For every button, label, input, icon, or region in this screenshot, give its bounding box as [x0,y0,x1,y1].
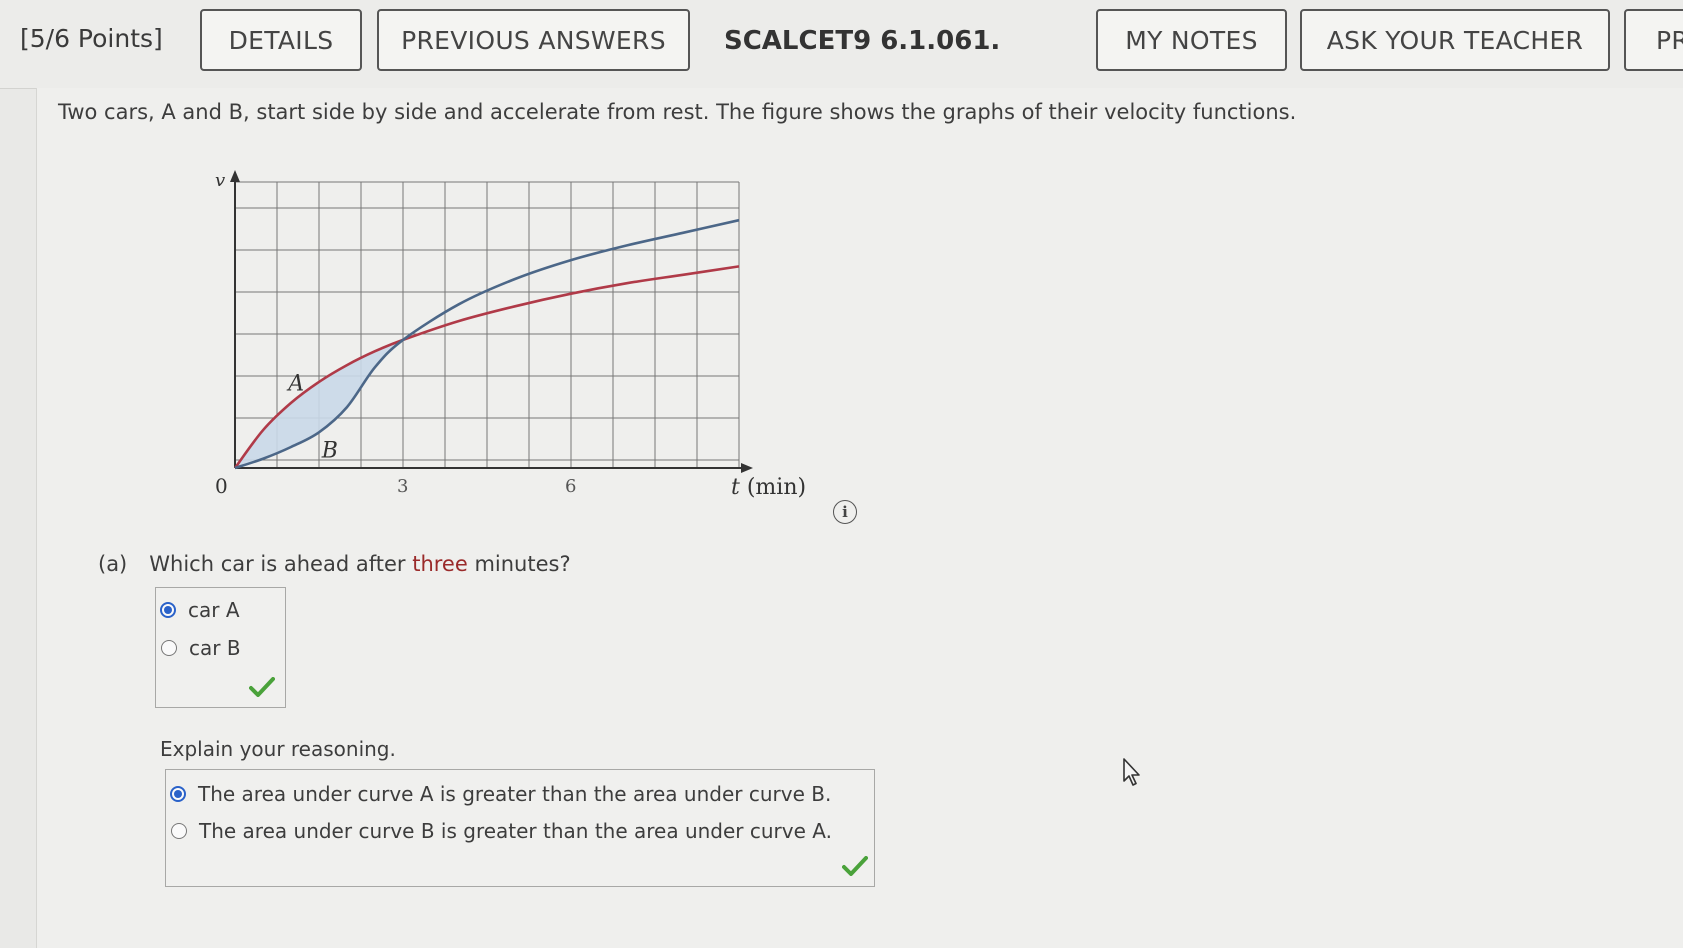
option-car-b[interactable]: car B [161,636,241,660]
check-icon [842,856,868,876]
y-axis-arrow [230,170,240,182]
info-icon[interactable]: i [833,500,857,524]
part-a-label: (a) [98,552,128,576]
option-car-b-label: car B [189,636,241,660]
x-tick-label: 6 [565,476,576,497]
x-axis-label: t (min) [731,475,806,500]
explain-prompt: Explain your reasoning. [160,737,396,761]
option-car-a-label: car A [188,598,240,622]
check-icon [249,677,275,697]
practice-button[interactable]: PR [1624,9,1683,71]
velocity-graph: v 0 3 6 t (min) A B [215,170,806,500]
radio-car-a[interactable] [160,602,176,618]
question-text: Two cars, A and B, start side by side an… [58,100,1297,124]
details-button[interactable]: DETAILS [200,9,362,71]
y-axis-label: v [215,170,225,191]
reasoning-options-box: The area under curve A is greater than t… [165,769,875,887]
option-area-b-greater-label: The area under curve B is greater than t… [199,819,832,843]
previous-answers-button[interactable]: PREVIOUS ANSWERS [377,9,690,71]
ask-your-teacher-button[interactable]: ASK YOUR TEACHER [1300,9,1610,71]
x-tick-label: 0 [215,474,228,498]
radio-area-b-greater[interactable] [171,823,187,839]
x-tick-label: 3 [397,476,408,497]
mouse-cursor-icon [1123,758,1140,786]
curve-label-b: B [321,439,338,464]
part-a-question: (a) Which car is ahead after three minute… [98,552,571,576]
points-label: [5/6 Points] [20,24,163,53]
radio-area-a-greater[interactable] [170,786,186,802]
part-a-highlight: three [412,552,468,576]
option-car-a[interactable]: car A [160,598,240,622]
problem-code: SCALCET9 6.1.061. [724,26,1001,56]
option-area-a-greater[interactable]: The area under curve A is greater than t… [170,782,831,806]
problem-toolbar: [5/6 Points] DETAILS PREVIOUS ANSWERS SC… [0,0,1683,89]
part-a-text-post: minutes? [467,552,571,576]
radio-car-b[interactable] [161,640,177,656]
option-area-a-greater-label: The area under curve A is greater than t… [198,782,832,806]
x-axis-arrow [741,463,753,473]
part-a-options-box: car A car B [155,587,286,708]
curve-label-a: A [286,371,304,396]
part-a-text-pre: Which car is ahead after [149,552,413,576]
option-area-b-greater[interactable]: The area under curve B is greater than t… [171,819,832,843]
my-notes-button[interactable]: MY NOTES [1096,9,1287,71]
